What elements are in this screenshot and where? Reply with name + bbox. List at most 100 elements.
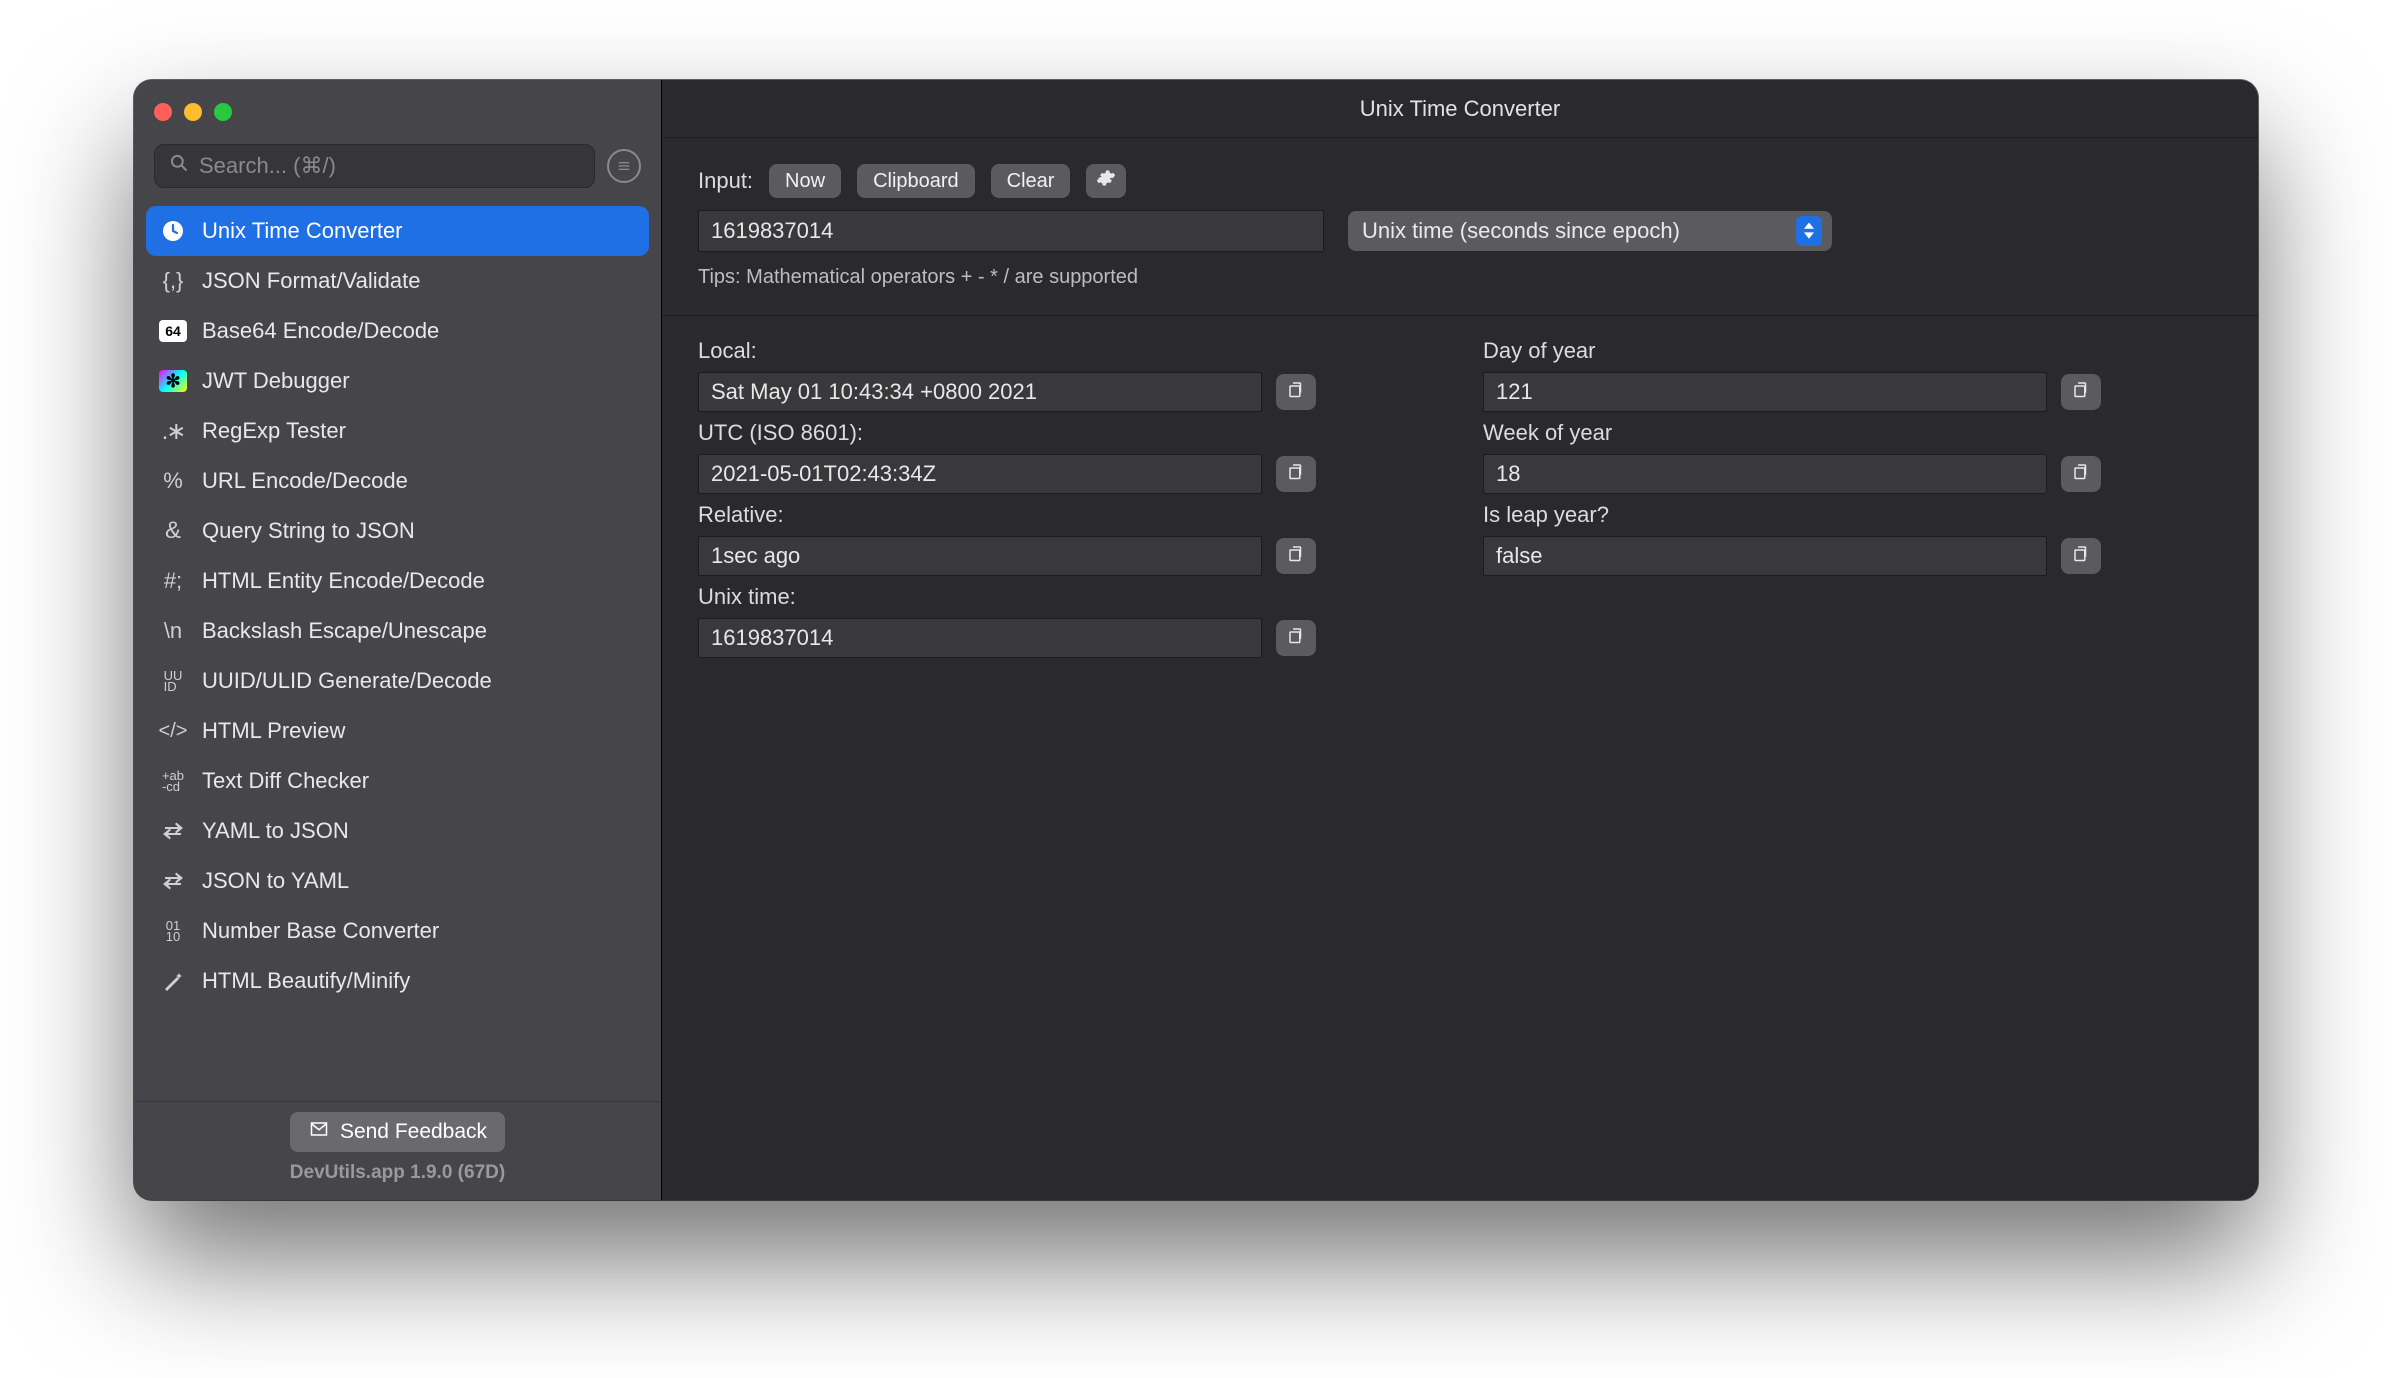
divider bbox=[662, 315, 2258, 316]
result-woy-value[interactable]: 18 bbox=[1483, 454, 2047, 494]
sidebar: Unix Time Converter {,} JSON Format/Valida… bbox=[134, 80, 662, 1200]
search-input[interactable] bbox=[199, 153, 580, 179]
format-select[interactable]: Unix time (seconds since epoch) bbox=[1348, 211, 1832, 251]
titlebar bbox=[134, 80, 661, 144]
diff-icon: +ab-cd bbox=[158, 766, 188, 796]
sidebar-item-unix-time-converter[interactable]: Unix Time Converter bbox=[146, 206, 649, 256]
sidebar-item-yaml-to-json[interactable]: YAML to JSON bbox=[146, 806, 649, 856]
sidebar-item-backslash-escape-unescape[interactable]: \nBackslash Escape/Unescape bbox=[146, 606, 649, 656]
copy-utc-button[interactable] bbox=[1276, 456, 1316, 492]
sidebar-item-label: JSON to YAML bbox=[202, 868, 349, 894]
now-button[interactable]: Now bbox=[769, 164, 841, 198]
result-utc: UTC (ISO 8601): 2021-05-01T02:43:34Z bbox=[698, 420, 1437, 494]
sidebar-item-url-encode-decode[interactable]: %URL Encode/Decode bbox=[146, 456, 649, 506]
format-select-label: Unix time (seconds since epoch) bbox=[1362, 218, 1680, 244]
result-local-row: Sat May 01 10:43:34 +0800 2021 bbox=[698, 372, 1437, 412]
jwt-icon: ✻ bbox=[158, 366, 188, 396]
copy-icon bbox=[1287, 543, 1305, 569]
sidebar-item-query-string-to-json[interactable]: &Query String to JSON bbox=[146, 506, 649, 556]
copy-relative-button[interactable] bbox=[1276, 538, 1316, 574]
copy-woy-button[interactable] bbox=[2061, 456, 2101, 492]
regex-icon: .∗ bbox=[158, 416, 188, 446]
zoom-window-button[interactable] bbox=[214, 103, 232, 121]
send-feedback-button[interactable]: Send Feedback bbox=[290, 1112, 505, 1152]
result-local-value[interactable]: Sat May 01 10:43:34 +0800 2021 bbox=[698, 372, 1262, 412]
sidebar-item-label: HTML Preview bbox=[202, 718, 345, 744]
result-relative-row: 1sec ago bbox=[698, 536, 1437, 576]
result-utc-value[interactable]: 2021-05-01T02:43:34Z bbox=[698, 454, 1262, 494]
sidebar-item-label: JSON Format/Validate bbox=[202, 268, 420, 294]
result-leap-label: Is leap year? bbox=[1483, 502, 2222, 528]
swap-icon bbox=[158, 816, 188, 846]
result-unix-row: 1619837014 bbox=[698, 618, 1437, 658]
copy-unix-button[interactable] bbox=[1276, 620, 1316, 656]
result-woy-row: 18 bbox=[1483, 454, 2222, 494]
main-panel: Unix Time Converter Input: Now Clipboard… bbox=[662, 80, 2258, 1200]
sidebar-item-label: RegExp Tester bbox=[202, 418, 346, 444]
result-leap-row: false bbox=[1483, 536, 2222, 576]
copy-icon bbox=[2072, 543, 2090, 569]
input-row: Input: Now Clipboard Clear bbox=[698, 164, 2222, 198]
uuid-icon: UUID bbox=[158, 666, 188, 696]
chevrons-icon bbox=[1796, 216, 1822, 246]
sidebar-item-html-preview[interactable]: </> HTML Preview bbox=[146, 706, 649, 756]
result-leap-value[interactable]: false bbox=[1483, 536, 2047, 576]
sidebar-footer: Send Feedback DevUtils.app 1.9.0 (67D) bbox=[134, 1101, 661, 1200]
result-woy-label: Week of year bbox=[1483, 420, 2222, 446]
input-label: Input: bbox=[698, 168, 753, 194]
copy-icon bbox=[1287, 625, 1305, 651]
braces-icon: {,} bbox=[158, 266, 188, 296]
sidebar-item-label: Unix Time Converter bbox=[202, 218, 403, 244]
sidebar-item-html-beautify-minify[interactable]: HTML Beautify/Minify bbox=[146, 956, 649, 1006]
clock-icon bbox=[158, 216, 188, 246]
options-button[interactable] bbox=[1086, 164, 1126, 198]
sidebar-item-number-base-converter[interactable]: 0110Number Base Converter bbox=[146, 906, 649, 956]
minimize-window-button[interactable] bbox=[184, 103, 202, 121]
hash-icon: #; bbox=[158, 566, 188, 596]
htmlcode-icon: </> bbox=[158, 716, 188, 746]
result-utc-row: 2021-05-01T02:43:34Z bbox=[698, 454, 1437, 494]
clipboard-button[interactable]: Clipboard bbox=[857, 164, 975, 198]
copy-icon bbox=[1287, 379, 1305, 405]
sidebar-item-label: Number Base Converter bbox=[202, 918, 439, 944]
copy-local-button[interactable] bbox=[1276, 374, 1316, 410]
result-relative-label: Relative: bbox=[698, 502, 1437, 528]
settings-button[interactable] bbox=[607, 149, 641, 183]
result-relative: Relative: 1sec ago bbox=[698, 502, 1437, 576]
sidebar-item-regexp-tester[interactable]: .∗ RegExp Tester bbox=[146, 406, 649, 456]
content: Input: Now Clipboard Clear Unix time (se… bbox=[662, 138, 2258, 684]
result-doy-row: 121 bbox=[1483, 372, 2222, 412]
timestamp-input[interactable] bbox=[698, 210, 1324, 252]
copy-doy-button[interactable] bbox=[2061, 374, 2101, 410]
result-unix-label: Unix time: bbox=[698, 584, 1437, 610]
sidebar-item-json-to-yaml[interactable]: JSON to YAML bbox=[146, 856, 649, 906]
clear-button[interactable]: Clear bbox=[991, 164, 1071, 198]
result-doy-label: Day of year bbox=[1483, 338, 2222, 364]
sidebar-item-json-format-validate[interactable]: {,} JSON Format/Validate bbox=[146, 256, 649, 306]
result-relative-value[interactable]: 1sec ago bbox=[698, 536, 1262, 576]
sidebar-item-label: YAML to JSON bbox=[202, 818, 349, 844]
input-value-row: Unix time (seconds since epoch) bbox=[698, 210, 2222, 252]
result-doy-value[interactable]: 121 bbox=[1483, 372, 2047, 412]
sidebar-item-label: Text Diff Checker bbox=[202, 768, 369, 794]
sidebar-item-base64-encode-decode[interactable]: 64Base64 Encode/Decode bbox=[146, 306, 649, 356]
gear-icon bbox=[1096, 168, 1116, 194]
result-utc-label: UTC (ISO 8601): bbox=[698, 420, 1437, 446]
copy-leap-button[interactable] bbox=[2061, 538, 2101, 574]
app-window: Unix Time Converter {,} JSON Format/Valida… bbox=[134, 80, 2258, 1200]
search-box[interactable] bbox=[154, 144, 595, 188]
sidebar-item-label: UUID/ULID Generate/Decode bbox=[202, 668, 492, 694]
sidebar-item-jwt-debugger[interactable]: ✻ JWT Debugger bbox=[146, 356, 649, 406]
tool-list: Unix Time Converter {,} JSON Format/Valida… bbox=[134, 202, 661, 1101]
copy-icon bbox=[2072, 379, 2090, 405]
percent-icon: % bbox=[158, 466, 188, 496]
sidebar-item-html-entity-encode-decode[interactable]: #;HTML Entity Encode/Decode bbox=[146, 556, 649, 606]
sidebar-item-label: JWT Debugger bbox=[202, 368, 350, 394]
sidebar-item-label: HTML Beautify/Minify bbox=[202, 968, 410, 994]
sidebar-item-text-diff-checker[interactable]: +ab-cd Text Diff Checker bbox=[146, 756, 649, 806]
close-window-button[interactable] bbox=[154, 103, 172, 121]
sidebar-item-uuid-ulid-generate-decode[interactable]: UUID UUID/ULID Generate/Decode bbox=[146, 656, 649, 706]
send-feedback-label: Send Feedback bbox=[340, 1120, 487, 1144]
result-unix-value[interactable]: 1619837014 bbox=[698, 618, 1262, 658]
copy-icon bbox=[2072, 461, 2090, 487]
